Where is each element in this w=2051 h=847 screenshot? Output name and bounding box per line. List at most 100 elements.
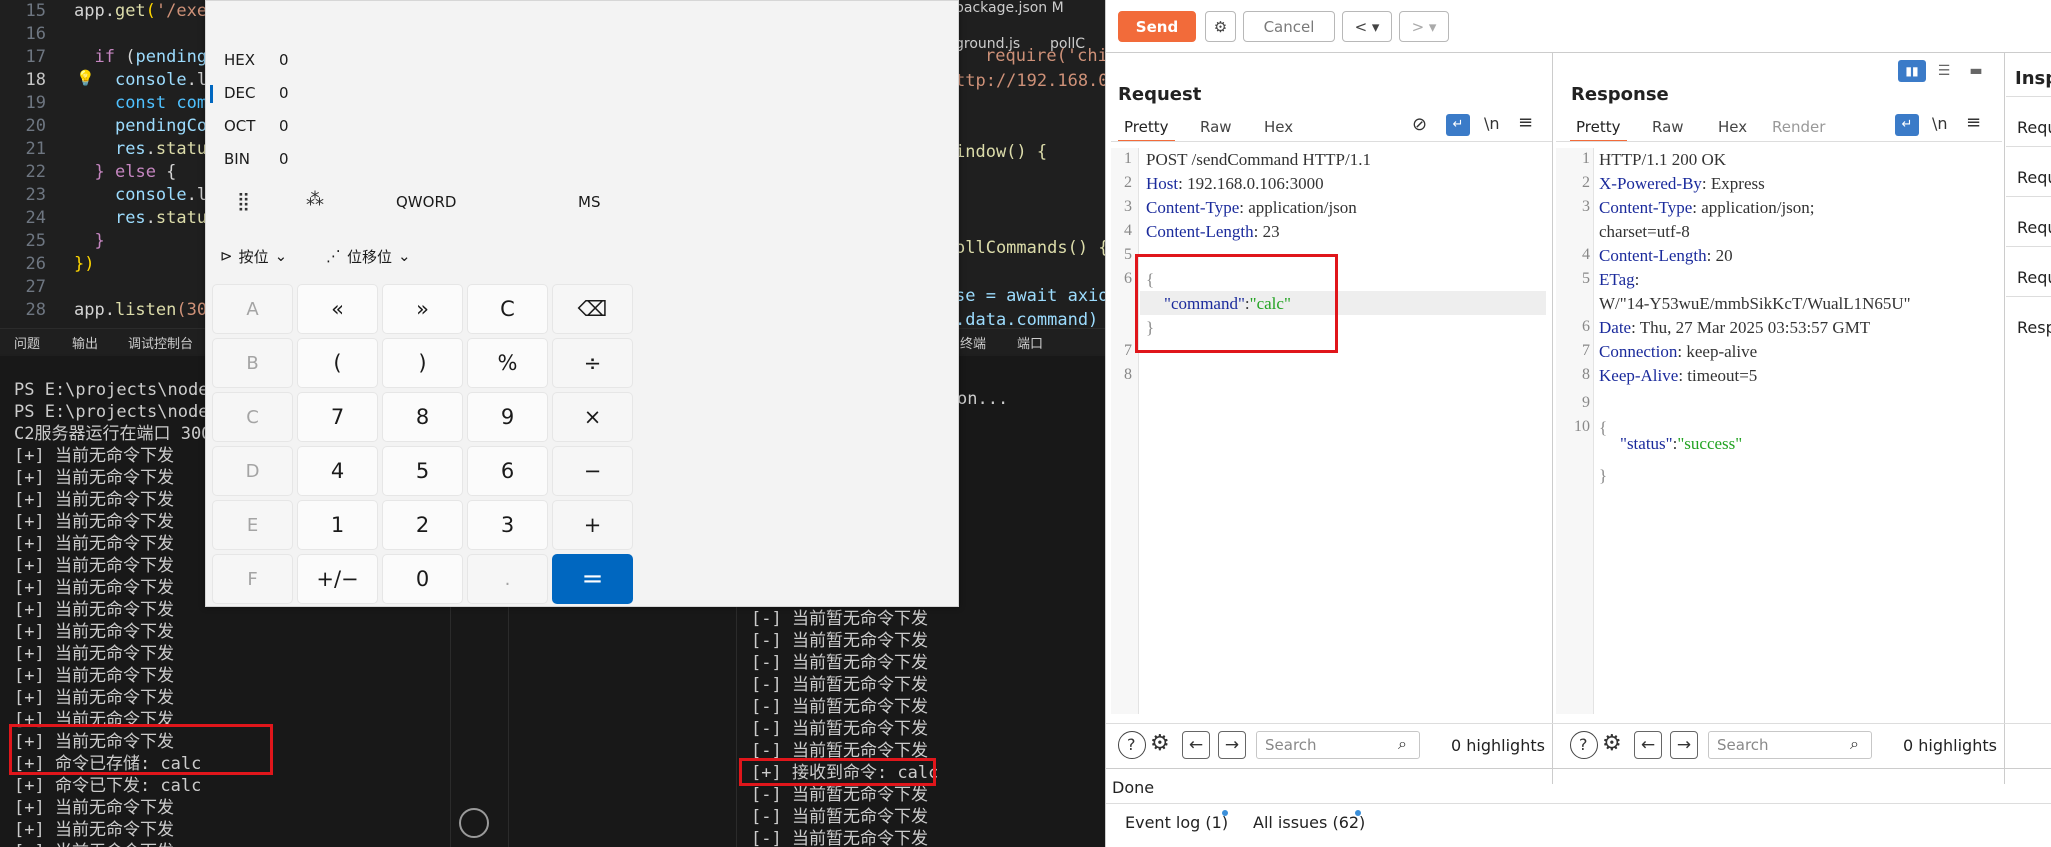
base-row-bin[interactable]: BIN 0 — [206, 148, 506, 172]
key-4-4[interactable]: + — [552, 500, 633, 550]
inspector-section[interactable]: Requ — [2017, 218, 2051, 237]
tab-pretty[interactable]: Pretty — [1570, 118, 1627, 142]
keypad-icon[interactable]: ⣿ — [237, 191, 250, 212]
key-0-4[interactable]: ⌫ — [552, 284, 633, 334]
key-2-2[interactable]: 8 — [382, 392, 463, 442]
help-icon[interactable]: ? — [1118, 731, 1146, 759]
arrow-left-icon[interactable]: ← — [1634, 731, 1662, 759]
key-5-3[interactable]: . — [467, 554, 548, 604]
all-issues-link[interactable]: All issues (62) — [1253, 813, 1365, 832]
tab-terminal[interactable]: 终端 — [960, 333, 986, 352]
key-3-2[interactable]: 5 — [382, 446, 463, 496]
layout-toggle[interactable]: ▮▮ ☰ ▬ — [1898, 60, 1996, 84]
back-button[interactable]: < ▾ — [1342, 11, 1392, 42]
header-value: { — [1599, 418, 1608, 437]
code-text: res.status — [74, 138, 217, 161]
wrap-icon[interactable]: ↵ — [1446, 114, 1470, 136]
base-row-oct[interactable]: OCT 0 — [206, 115, 506, 139]
lightbulb-icon[interactable]: 💡 — [76, 69, 95, 87]
help-icon[interactable]: ? — [1570, 731, 1598, 759]
forward-button[interactable]: > ▾ — [1399, 11, 1449, 42]
key-2-0[interactable]: C — [212, 392, 293, 442]
key-5-0[interactable]: F — [212, 554, 293, 604]
tab-problems[interactable]: 问题 — [14, 333, 40, 352]
inspector-section[interactable]: Requ — [2017, 118, 2051, 137]
tab-hex[interactable]: Hex — [1264, 118, 1293, 136]
single-pane-icon[interactable]: ▬ — [1962, 60, 1990, 82]
tab-raw[interactable]: Raw — [1200, 118, 1232, 136]
key-0-3[interactable]: C — [467, 284, 548, 334]
gear-icon[interactable]: ⚙ — [1150, 731, 1170, 756]
arrow-right-icon[interactable]: → — [1670, 731, 1698, 759]
tab-render[interactable]: Render — [1772, 118, 1825, 136]
menu-icon[interactable]: ≡ — [1518, 112, 1533, 133]
arrow-left-icon[interactable]: ← — [1182, 731, 1210, 759]
key-4-3[interactable]: 3 — [467, 500, 548, 550]
newline-toggle[interactable]: \n — [1484, 114, 1500, 133]
code-editor-right[interactable]: package.json M ground.js pollC require('… — [935, 0, 1105, 340]
send-button[interactable]: Send — [1118, 11, 1196, 42]
response-search-input[interactable]: Search — [1708, 731, 1872, 759]
wrap-icon[interactable]: ↵ — [1895, 114, 1919, 136]
header-value: : Express — [1701, 174, 1765, 193]
request-search-input[interactable]: Search — [1256, 731, 1420, 759]
key-3-0[interactable]: D — [212, 446, 293, 496]
line-number: 9 — [1582, 394, 1590, 411]
split-vertical-icon[interactable]: ▮▮ — [1898, 60, 1926, 82]
json-value: "success" — [1677, 434, 1743, 453]
memory-store-button[interactable]: MS — [578, 193, 600, 211]
bitwise-dropdown[interactable]: ⊳ 按位 ⌄ — [220, 241, 310, 271]
split-horizontal-icon[interactable]: ☰ — [1930, 60, 1958, 82]
line-number: 2 — [1124, 174, 1132, 191]
key-2-4[interactable]: × — [552, 392, 633, 442]
event-log-link[interactable]: Event log (1) — [1125, 813, 1228, 832]
word-size-button[interactable]: QWORD — [396, 193, 456, 211]
key-0-0[interactable]: A — [212, 284, 293, 334]
key-1-0[interactable]: B — [212, 338, 293, 388]
cancel-button[interactable]: Cancel — [1243, 11, 1335, 42]
key-4-1[interactable]: 1 — [297, 500, 378, 550]
response-line: Keep-Alive: timeout=5 — [1599, 364, 1757, 388]
newline-toggle[interactable]: \n — [1932, 114, 1948, 133]
key-2-3[interactable]: 9 — [467, 392, 548, 442]
key-5-1[interactable]: +/− — [297, 554, 378, 604]
terminal-line: [-] 当前暂无命令下发 — [751, 653, 928, 673]
tab-package-json[interactable]: package.json M — [955, 0, 1105, 22]
key-1-1[interactable]: ( — [297, 338, 378, 388]
key-0-2[interactable]: » — [382, 284, 463, 334]
key-4-2[interactable]: 2 — [382, 500, 463, 550]
bit-toggle-icon[interactable]: ⁂ — [306, 189, 324, 210]
key-3-1[interactable]: 4 — [297, 446, 378, 496]
tab-hex[interactable]: Hex — [1718, 118, 1747, 136]
key-1-4[interactable]: ÷ — [552, 338, 633, 388]
account-icon[interactable] — [459, 808, 489, 838]
tab-raw[interactable]: Raw — [1652, 118, 1684, 136]
settings-icon[interactable]: ⚙ — [1205, 11, 1236, 42]
arrow-right-icon[interactable]: → — [1218, 731, 1246, 759]
base-row-hex[interactable]: HEX 0 — [206, 49, 506, 73]
gear-icon[interactable]: ⚙ — [1602, 731, 1622, 756]
key-1-3[interactable]: % — [467, 338, 548, 388]
bitshift-dropdown[interactable]: ⋰ 位移位 ⌄ — [326, 241, 446, 271]
base-row-dec[interactable]: DEC 0 — [206, 82, 506, 106]
key-3-3[interactable]: 6 — [467, 446, 548, 496]
key-5-2[interactable]: 0 — [382, 554, 463, 604]
key-4-0[interactable]: E — [212, 500, 293, 550]
inspector-section[interactable]: Requ — [2017, 168, 2051, 187]
response-line: Date: Thu, 27 Mar 2025 03:53:57 GMT — [1599, 316, 1870, 340]
tab-output[interactable]: 输出 — [72, 333, 98, 352]
inspector-section[interactable]: Requ — [2017, 268, 2051, 287]
key-5-4[interactable]: = — [552, 554, 633, 604]
key-3-4[interactable]: − — [552, 446, 633, 496]
key-1-2[interactable]: ) — [382, 338, 463, 388]
hide-icon[interactable]: ⊘ — [1412, 114, 1427, 135]
tab-debug-console[interactable]: 调试控制台 — [128, 333, 193, 352]
menu-icon[interactable]: ≡ — [1966, 112, 1981, 133]
key-2-1[interactable]: 7 — [297, 392, 378, 442]
terminal-line: [+] 当前无命令下发 — [14, 512, 174, 532]
inspector-section[interactable]: Resp — [2017, 318, 2051, 337]
tab-pretty[interactable]: Pretty — [1118, 118, 1175, 142]
tab-ports[interactable]: 端口 — [1017, 333, 1043, 352]
key-0-1[interactable]: « — [297, 284, 378, 334]
